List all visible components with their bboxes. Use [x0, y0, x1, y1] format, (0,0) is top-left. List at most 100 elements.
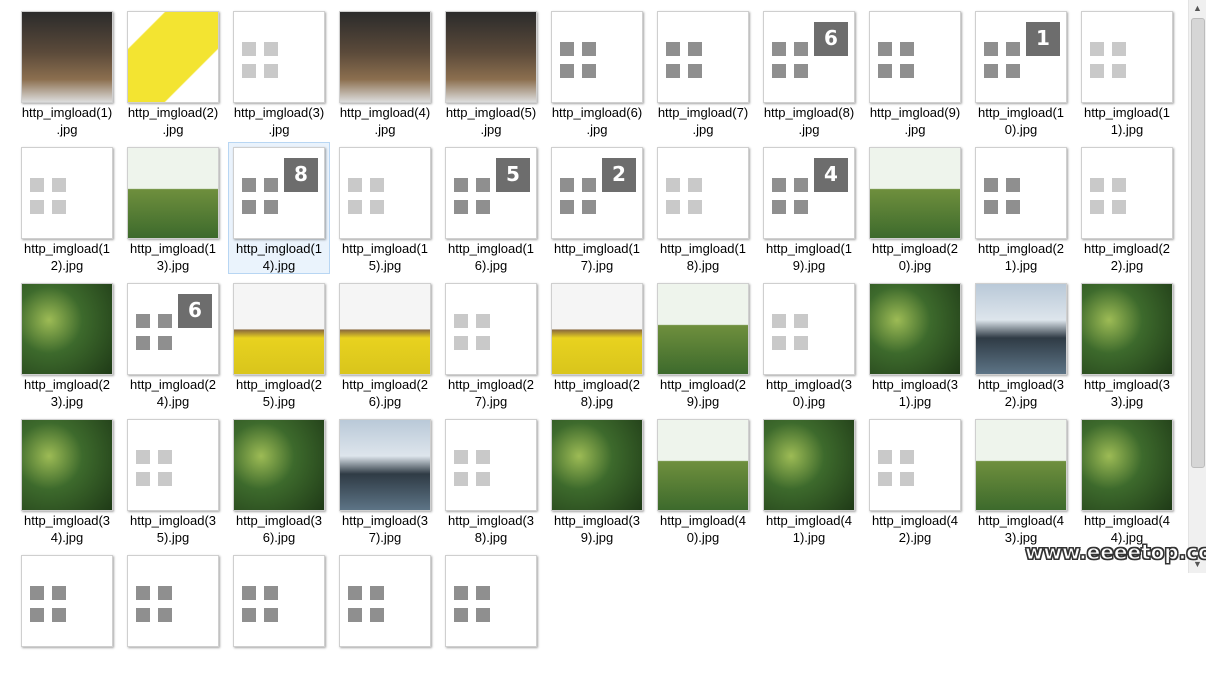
file-item[interactable]: http_imgload(3 9).jpg: [546, 414, 648, 546]
file-item[interactable]: http_imgload(3 7).jpg: [334, 414, 436, 546]
file-item[interactable]: http_imgload(2) .jpg: [122, 6, 224, 138]
file-item[interactable]: http_imgload(2 9).jpg: [652, 278, 754, 410]
file-name: http_imgload(1 3).jpg: [123, 240, 223, 274]
file-name-line2: 6).jpg: [262, 530, 296, 545]
file-name-line2: 2).jpg: [1110, 258, 1144, 273]
file-item[interactable]: http_imgload(1 3).jpg: [122, 142, 224, 274]
file-name-line1: http_imgload(2: [978, 241, 1064, 256]
file-item[interactable]: http_imgload(3 1).jpg: [864, 278, 966, 410]
file-thumbnail: [1081, 11, 1173, 103]
file-thumbnail: [869, 283, 961, 375]
file-name-line2: 8).jpg: [580, 394, 614, 409]
file-name-line2: 4).jpg: [262, 258, 296, 273]
file-item[interactable]: http_imgload(3) .jpg: [228, 6, 330, 138]
file-item[interactable]: http_imgload(4 1).jpg: [758, 414, 860, 546]
file-name: http_imgload(3 2).jpg: [971, 376, 1071, 410]
file-name-line1: http_imgload(3: [236, 513, 322, 528]
file-name-line2: 5).jpg: [368, 258, 402, 273]
file-item[interactable]: http_imgload(4 0).jpg: [652, 414, 754, 546]
file-name: http_imgload(1 4).jpg: [229, 240, 329, 274]
file-item[interactable]: [122, 550, 224, 682]
file-item[interactable]: http_imgload(2 3).jpg: [16, 278, 118, 410]
file-thumbnail: [21, 11, 113, 103]
file-item[interactable]: http_imgload(2 6).jpg: [334, 278, 436, 410]
file-item[interactable]: http_imgload(4 3).jpg: [970, 414, 1072, 546]
file-item[interactable]: http_imgload(2 0).jpg: [864, 142, 966, 274]
scroll-up-arrow-icon[interactable]: ▲: [1189, 0, 1206, 17]
file-item[interactable]: http_imgload(7) .jpg: [652, 6, 754, 138]
file-item[interactable]: http_imgload(2 1).jpg: [970, 142, 1072, 274]
file-thumbnail: [551, 283, 643, 375]
file-item[interactable]: [16, 550, 118, 682]
file-item[interactable]: http_imgload(3 0).jpg: [758, 278, 860, 410]
file-item[interactable]: 6 http_imgload(2 4).jpg: [122, 278, 224, 410]
file-name-line1: http_imgload(3: [766, 377, 852, 392]
file-item[interactable]: http_imgload(2 2).jpg: [1076, 142, 1178, 274]
file-item[interactable]: [228, 550, 330, 682]
file-item[interactable]: 6 http_imgload(8) .jpg: [758, 6, 860, 138]
file-name-line2: .jpg: [798, 122, 820, 137]
file-thumbnail: [975, 283, 1067, 375]
file-item[interactable]: http_imgload(2 7).jpg: [440, 278, 542, 410]
file-item[interactable]: http_imgload(4 4).jpg: [1076, 414, 1178, 546]
file-item[interactable]: http_imgload(2 5).jpg: [228, 278, 330, 410]
file-thumbnail: [127, 11, 219, 103]
file-name-line1: http_imgload(4: [660, 513, 746, 528]
file-thumbnail: [445, 419, 537, 511]
file-item[interactable]: 8 http_imgload(1 4).jpg: [228, 142, 330, 274]
file-name-line1: http_imgload(1: [766, 241, 852, 256]
file-name: http_imgload(1 5).jpg: [335, 240, 435, 274]
file-item[interactable]: http_imgload(2 8).jpg: [546, 278, 648, 410]
file-name: http_imgload(3 7).jpg: [335, 512, 435, 546]
file-item[interactable]: 4 http_imgload(1 9).jpg: [758, 142, 860, 274]
watermark-logo: www.eeeetop.com: [1025, 540, 1206, 565]
file-thumbnail: [339, 555, 431, 647]
file-item[interactable]: 1 http_imgload(1 0).jpg: [970, 6, 1072, 138]
file-item[interactable]: [440, 550, 542, 682]
file-name-line1: http_imgload(2: [448, 377, 534, 392]
file-thumbnail: [1081, 283, 1173, 375]
file-item[interactable]: http_imgload(5) .jpg: [440, 6, 542, 138]
file-item[interactable]: http_imgload(1) .jpg: [16, 6, 118, 138]
file-item[interactable]: http_imgload(1 5).jpg: [334, 142, 436, 274]
file-name-line1: http_imgload(4: [766, 513, 852, 528]
file-name-line2: 9).jpg: [792, 258, 826, 273]
file-thumbnail: [339, 147, 431, 239]
file-name: http_imgload(2 9).jpg: [653, 376, 753, 410]
file-item[interactable]: http_imgload(4 2).jpg: [864, 414, 966, 546]
file-item[interactable]: 2 http_imgload(1 7).jpg: [546, 142, 648, 274]
file-item[interactable]: http_imgload(3 5).jpg: [122, 414, 224, 546]
file-name-line2: 4).jpg: [156, 394, 190, 409]
file-name-line2: 2).jpg: [898, 530, 932, 545]
file-name-line2: 0).jpg: [898, 258, 932, 273]
vertical-scrollbar[interactable]: ▲ ▼: [1188, 0, 1206, 573]
file-thumbnail: 5: [445, 147, 537, 239]
file-thumbnail: 8: [233, 147, 325, 239]
file-thumbnail: [445, 555, 537, 647]
file-item[interactable]: http_imgload(9) .jpg: [864, 6, 966, 138]
file-item[interactable]: http_imgload(3 2).jpg: [970, 278, 1072, 410]
file-item[interactable]: http_imgload(3 8).jpg: [440, 414, 542, 546]
file-name-line1: http_imgload(3: [1084, 377, 1170, 392]
file-name-line2: 9).jpg: [686, 394, 720, 409]
file-item[interactable]: http_imgload(4) .jpg: [334, 6, 436, 138]
file-item[interactable]: http_imgload(1 8).jpg: [652, 142, 754, 274]
scrollbar-thumb[interactable]: [1191, 18, 1205, 468]
thumbnail-number: 8: [294, 162, 308, 186]
file-name-line1: http_imgload(8): [763, 105, 855, 120]
file-name-line1: http_imgload(1: [130, 241, 216, 256]
file-item[interactable]: http_imgload(1 2).jpg: [16, 142, 118, 274]
file-thumbnail: [233, 283, 325, 375]
file-name-line1: http_imgload(4): [339, 105, 431, 120]
file-name-line1: http_imgload(5): [445, 105, 537, 120]
file-name-line2: 5).jpg: [156, 530, 190, 545]
file-item[interactable]: [334, 550, 436, 682]
file-item[interactable]: http_imgload(3 6).jpg: [228, 414, 330, 546]
file-item[interactable]: http_imgload(3 4).jpg: [16, 414, 118, 546]
file-thumbnail: [21, 555, 113, 647]
file-item[interactable]: http_imgload(6) .jpg: [546, 6, 648, 138]
file-name: http_imgload(8) .jpg: [759, 104, 859, 138]
file-item[interactable]: http_imgload(1 1).jpg: [1076, 6, 1178, 138]
file-item[interactable]: 5 http_imgload(1 6).jpg: [440, 142, 542, 274]
file-item[interactable]: http_imgload(3 3).jpg: [1076, 278, 1178, 410]
